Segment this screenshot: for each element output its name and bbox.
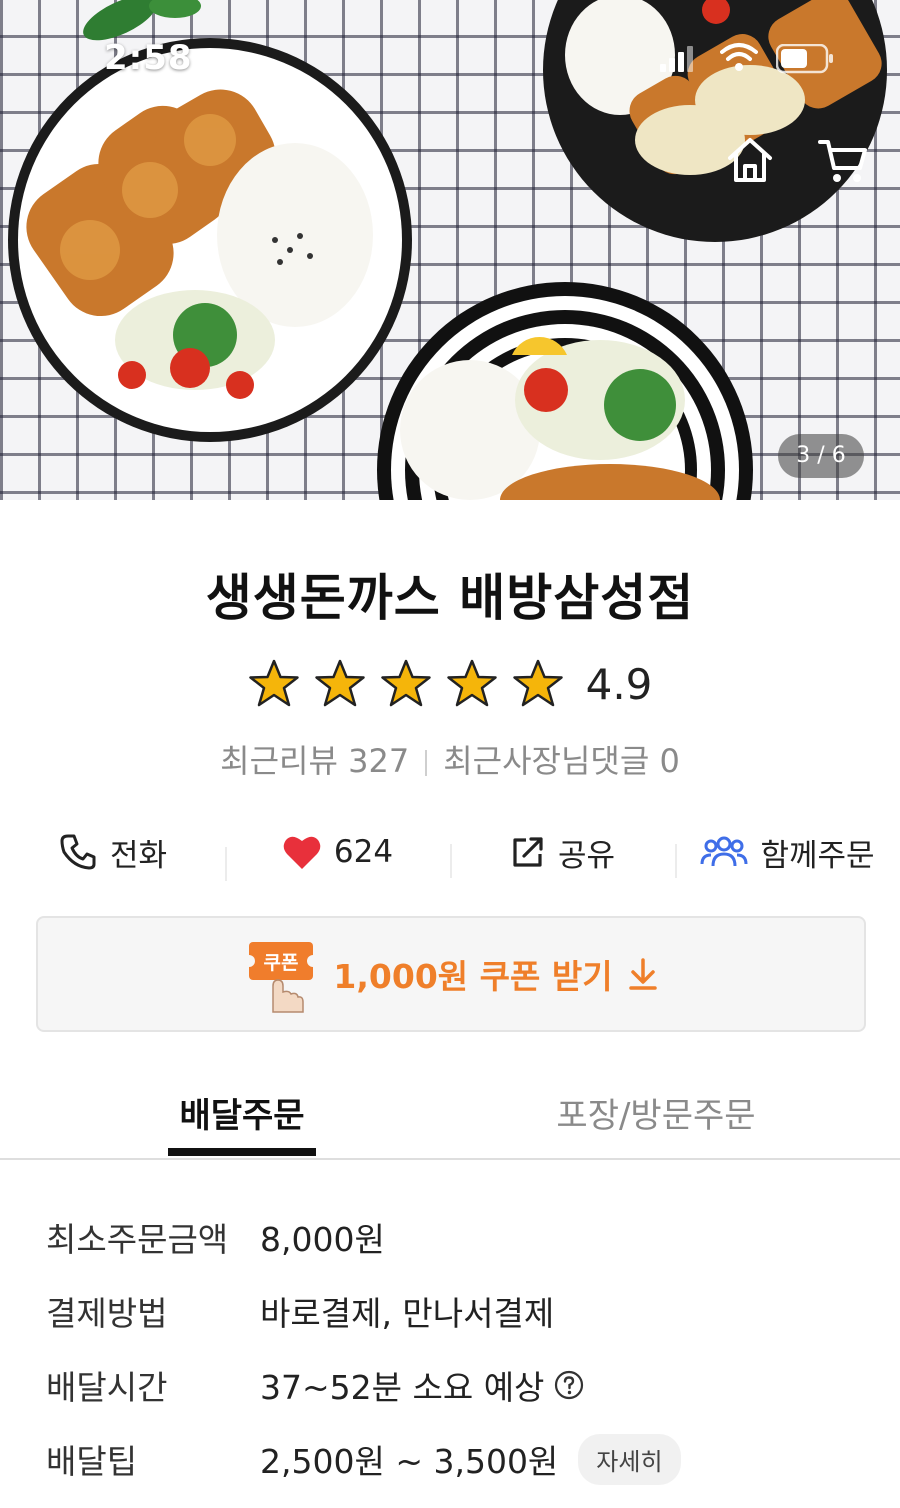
coupon-download-button[interactable]: 쿠폰 1,000원 쿠폰 받기 xyxy=(36,916,866,1032)
like-button[interactable]: 624 xyxy=(225,833,450,881)
rating-row[interactable]: 4.9 xyxy=(0,652,900,716)
divider xyxy=(425,750,428,776)
tab-delivery-order[interactable]: 배달주문 xyxy=(168,1088,316,1137)
group-order-label: 함께주문 xyxy=(760,837,875,874)
delivery-time-value-wrap: 37~52분 소요 예상 xyxy=(260,1361,584,1409)
share-button[interactable]: 공유 xyxy=(450,830,675,878)
group-people-icon xyxy=(700,836,748,867)
wifi-icon xyxy=(720,43,758,71)
delivery-tip-value-wrap: 2,500원 ~ 3,500원 자세히 xyxy=(260,1433,681,1485)
payment-value: 바로결제, 만나서결제 xyxy=(260,1294,555,1333)
coupon-label: 1,000원 쿠폰 받기 xyxy=(333,957,613,996)
min-order-label: 최소주문금액 xyxy=(46,1220,229,1259)
coupon-badge-text: 쿠폰 xyxy=(264,952,299,974)
phone-icon xyxy=(60,834,96,870)
tip-detail-button[interactable]: 자세히 xyxy=(578,1433,681,1485)
cart-icon[interactable] xyxy=(816,134,870,186)
star-icon xyxy=(512,659,563,707)
payment-label: 결제방법 xyxy=(46,1294,168,1333)
delivery-tip-value: 2,500원 ~ 3,500원 xyxy=(260,1442,559,1481)
star-icon xyxy=(314,659,365,707)
like-count: 624 xyxy=(333,834,394,870)
delivery-time-value: 37~52분 소요 예상 xyxy=(260,1368,545,1407)
info-row-delivery-time: 배달시간 37~52분 소요 예상 xyxy=(46,1348,866,1422)
group-order-button[interactable]: 함께주문 xyxy=(675,830,900,878)
info-row-min-order: 최소주문금액 8,000원 xyxy=(46,1200,866,1274)
active-tab-indicator xyxy=(168,1148,316,1156)
star-icon xyxy=(248,659,299,707)
action-bar: 전화 624 공유 함께주문 xyxy=(0,820,900,884)
info-row-payment: 결제방법 바로결제, 만나서결제 xyxy=(46,1274,866,1348)
heart-icon xyxy=(283,836,321,869)
status-bar: 2:58 xyxy=(0,0,900,110)
review-summary[interactable]: 최근리뷰 327 최근사장님댓글 0 xyxy=(0,736,900,782)
battery-icon xyxy=(776,44,833,74)
order-type-tabs: 배달주문 포장/방문주문 xyxy=(0,1070,900,1160)
info-row-delivery-tip: 배달팁 2,500원 ~ 3,500원 자세히 xyxy=(46,1422,866,1496)
image-page-indicator: 3 / 6 xyxy=(778,434,864,478)
cellular-signal-icon xyxy=(660,46,693,72)
owner-replies-count[interactable]: 최근사장님댓글 0 xyxy=(443,742,680,780)
delivery-time-label: 배달시간 xyxy=(46,1368,168,1407)
min-order-value: 8,000원 xyxy=(260,1220,385,1259)
share-label: 공유 xyxy=(557,837,616,874)
share-icon xyxy=(513,837,543,867)
question-circle-icon[interactable] xyxy=(554,1370,584,1400)
coupon-badge-icon: 쿠폰 xyxy=(243,942,320,1013)
rating-value: 4.9 xyxy=(585,659,653,709)
recent-reviews-count[interactable]: 최근리뷰 327 xyxy=(220,742,409,780)
back-arrow-icon[interactable] xyxy=(36,136,86,186)
delivery-tip-label: 배달팁 xyxy=(46,1442,138,1481)
download-arrow-icon xyxy=(628,958,657,990)
call-button[interactable]: 전화 xyxy=(0,830,225,875)
hero-photo[interactable]: 2:58 3 / 6 xyxy=(0,0,900,500)
shop-name: 생생돈까스 배방삼성점 xyxy=(205,569,695,627)
tab-pickup-order[interactable]: 포장/방문주문 xyxy=(500,1088,812,1137)
status-time: 2:58 xyxy=(104,38,193,78)
call-label: 전화 xyxy=(109,837,168,874)
star-icon xyxy=(446,659,497,707)
delivery-info: 최소주문금액 8,000원 결제방법 바로결제, 만나서결제 배달시간 37~5… xyxy=(46,1200,866,1496)
star-icon xyxy=(380,659,431,707)
home-icon[interactable] xyxy=(724,134,776,186)
